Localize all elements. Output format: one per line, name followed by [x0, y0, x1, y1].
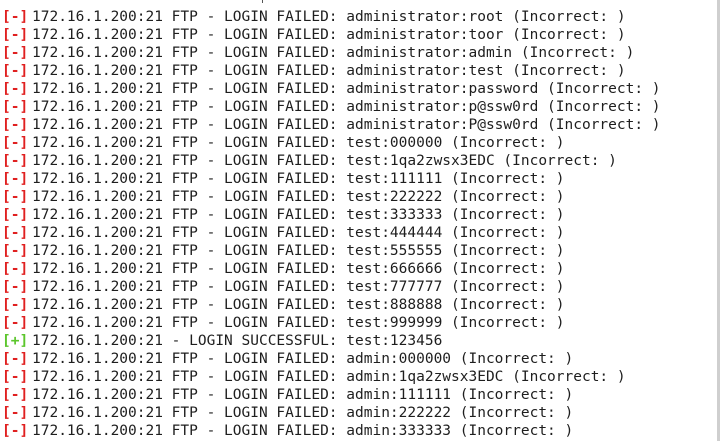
log-text: 172.16.1.200:21 FTP - LOGIN FAILED: test…: [32, 315, 565, 331]
log-text: 172.16.1.200:21 FTP - LOGIN FAILED: test…: [32, 225, 565, 241]
log-line: [-] 172.16.1.200:21 FTP - LOGIN FAILED: a…: [2, 116, 661, 134]
log-text: 172.16.1.200:21 FTP - LOGIN FAILED: admi…: [32, 351, 574, 367]
failure-marker: [-]: [2, 261, 29, 277]
log-line: [-] 172.16.1.200:21 FTP - LOGIN FAILED: a…: [2, 404, 661, 422]
log-text: 172.16.1.200:21 FTP - LOGIN FAILED: admi…: [32, 405, 574, 421]
failure-marker: [-]: [2, 207, 29, 223]
failure-marker: [-]: [2, 171, 29, 187]
failure-marker: [-]: [2, 99, 29, 115]
log-text: 172.16.1.200:21 FTP - LOGIN FAILED: admi…: [32, 369, 626, 385]
log-text: 172.16.1.200:21 FTP - LOGIN FAILED: admi…: [32, 63, 626, 79]
failure-marker: [-]: [2, 351, 29, 367]
log-text: 172.16.1.200:21 FTP - LOGIN FAILED: test…: [32, 153, 617, 169]
log-line: [-] 172.16.1.200:21 FTP - LOGIN FAILED: t…: [2, 170, 661, 188]
failure-marker: [-]: [2, 45, 29, 61]
success-marker: [+]: [2, 333, 29, 349]
log-line: [-] 172.16.1.200:21 FTP - LOGIN FAILED: a…: [2, 386, 661, 404]
log-line: [-] 172.16.1.200:21 FTP - LOGIN FAILED: t…: [2, 224, 661, 242]
log-text: 172.16.1.200:21 FTP - LOGIN FAILED: test…: [32, 135, 565, 151]
log-text: 172.16.1.200:21 FTP - LOGIN FAILED: admi…: [32, 423, 574, 439]
failure-marker: [-]: [2, 405, 29, 421]
log-text: 172.16.1.200:21 FTP - LOGIN FAILED: admi…: [32, 117, 661, 133]
log-line: [-] 172.16.1.200:21 FTP - LOGIN FAILED: a…: [2, 62, 661, 80]
failure-marker: [-]: [2, 243, 29, 259]
log-line: [-] 172.16.1.200:21 FTP - LOGIN FAILED: t…: [2, 152, 661, 170]
log-text: 172.16.1.200:21 FTP - LOGIN FAILED: admi…: [32, 45, 635, 61]
log-text: 172.16.1.200:21 FTP - LOGIN FAILED: test…: [32, 207, 565, 223]
log-line: [-] 172.16.1.200:21 FTP - LOGIN FAILED: t…: [2, 188, 661, 206]
cursor-mark: [262, 0, 263, 3]
log-text: 172.16.1.200:21 FTP - LOGIN FAILED: test…: [32, 189, 565, 205]
failure-marker: [-]: [2, 189, 29, 205]
log-text: 172.16.1.200:21 FTP - LOGIN FAILED: admi…: [32, 9, 626, 25]
failure-marker: [-]: [2, 297, 29, 313]
failure-marker: [-]: [2, 81, 29, 97]
failure-marker: [-]: [2, 225, 29, 241]
log-text: 172.16.1.200:21 FTP - LOGIN FAILED: admi…: [32, 387, 574, 403]
log-line: [-] 172.16.1.200:21 FTP - LOGIN FAILED: a…: [2, 350, 661, 368]
terminal-window[interactable]: [-] 172.16.1.200:21 FTP - LOGIN FAILED: a…: [0, 0, 720, 441]
log-line: [-] 172.16.1.200:21 FTP - LOGIN FAILED: t…: [2, 296, 661, 314]
log-line: [-] 172.16.1.200:21 FTP - LOGIN FAILED: a…: [2, 422, 661, 440]
failure-marker: [-]: [2, 315, 29, 331]
log-text: 172.16.1.200:21 FTP - LOGIN FAILED: admi…: [32, 27, 626, 43]
log-line: [-] 172.16.1.200:21 FTP - LOGIN FAILED: a…: [2, 98, 661, 116]
log-line: [-] 172.16.1.200:21 FTP - LOGIN FAILED: t…: [2, 314, 661, 332]
log-line: [-] 172.16.1.200:21 FTP - LOGIN FAILED: t…: [2, 242, 661, 260]
failure-marker: [-]: [2, 369, 29, 385]
log-line: [+] 172.16.1.200:21 - LOGIN SUCCESSFUL: t…: [2, 332, 661, 350]
log-text: 172.16.1.200:21 FTP - LOGIN FAILED: admi…: [32, 81, 661, 97]
log-text: 172.16.1.200:21 FTP - LOGIN FAILED: test…: [32, 261, 565, 277]
log-line: [-] 172.16.1.200:21 FTP - LOGIN FAILED: t…: [2, 134, 661, 152]
log-line: [-] 172.16.1.200:21 FTP - LOGIN FAILED: t…: [2, 206, 661, 224]
log-text: 172.16.1.200:21 FTP - LOGIN FAILED: test…: [32, 297, 565, 313]
log-text: 172.16.1.200:21 FTP - LOGIN FAILED: test…: [32, 243, 565, 259]
log-line: [-] 172.16.1.200:21 FTP - LOGIN FAILED: a…: [2, 80, 661, 98]
log-line: [-] 172.16.1.200:21 FTP - LOGIN FAILED: a…: [2, 26, 661, 44]
failure-marker: [-]: [2, 9, 29, 25]
failure-marker: [-]: [2, 279, 29, 295]
log-line: [-] 172.16.1.200:21 FTP - LOGIN FAILED: a…: [2, 8, 661, 26]
failure-marker: [-]: [2, 27, 29, 43]
failure-marker: [-]: [2, 153, 29, 169]
terminal-output: [-] 172.16.1.200:21 FTP - LOGIN FAILED: a…: [2, 8, 661, 440]
failure-marker: [-]: [2, 387, 29, 403]
log-text: 172.16.1.200:21 FTP - LOGIN FAILED: admi…: [32, 99, 661, 115]
log-text: 172.16.1.200:21 FTP - LOGIN FAILED: test…: [32, 171, 565, 187]
log-line: [-] 172.16.1.200:21 FTP - LOGIN FAILED: a…: [2, 44, 661, 62]
log-line: [-] 172.16.1.200:21 FTP - LOGIN FAILED: t…: [2, 278, 661, 296]
failure-marker: [-]: [2, 423, 29, 439]
failure-marker: [-]: [2, 135, 29, 151]
log-text: 172.16.1.200:21 FTP - LOGIN FAILED: test…: [32, 279, 565, 295]
log-line: [-] 172.16.1.200:21 FTP - LOGIN FAILED: t…: [2, 260, 661, 278]
failure-marker: [-]: [2, 63, 29, 79]
log-line: [-] 172.16.1.200:21 FTP - LOGIN FAILED: a…: [2, 368, 661, 386]
failure-marker: [-]: [2, 117, 29, 133]
log-text: 172.16.1.200:21 - LOGIN SUCCESSFUL: test…: [32, 333, 443, 349]
